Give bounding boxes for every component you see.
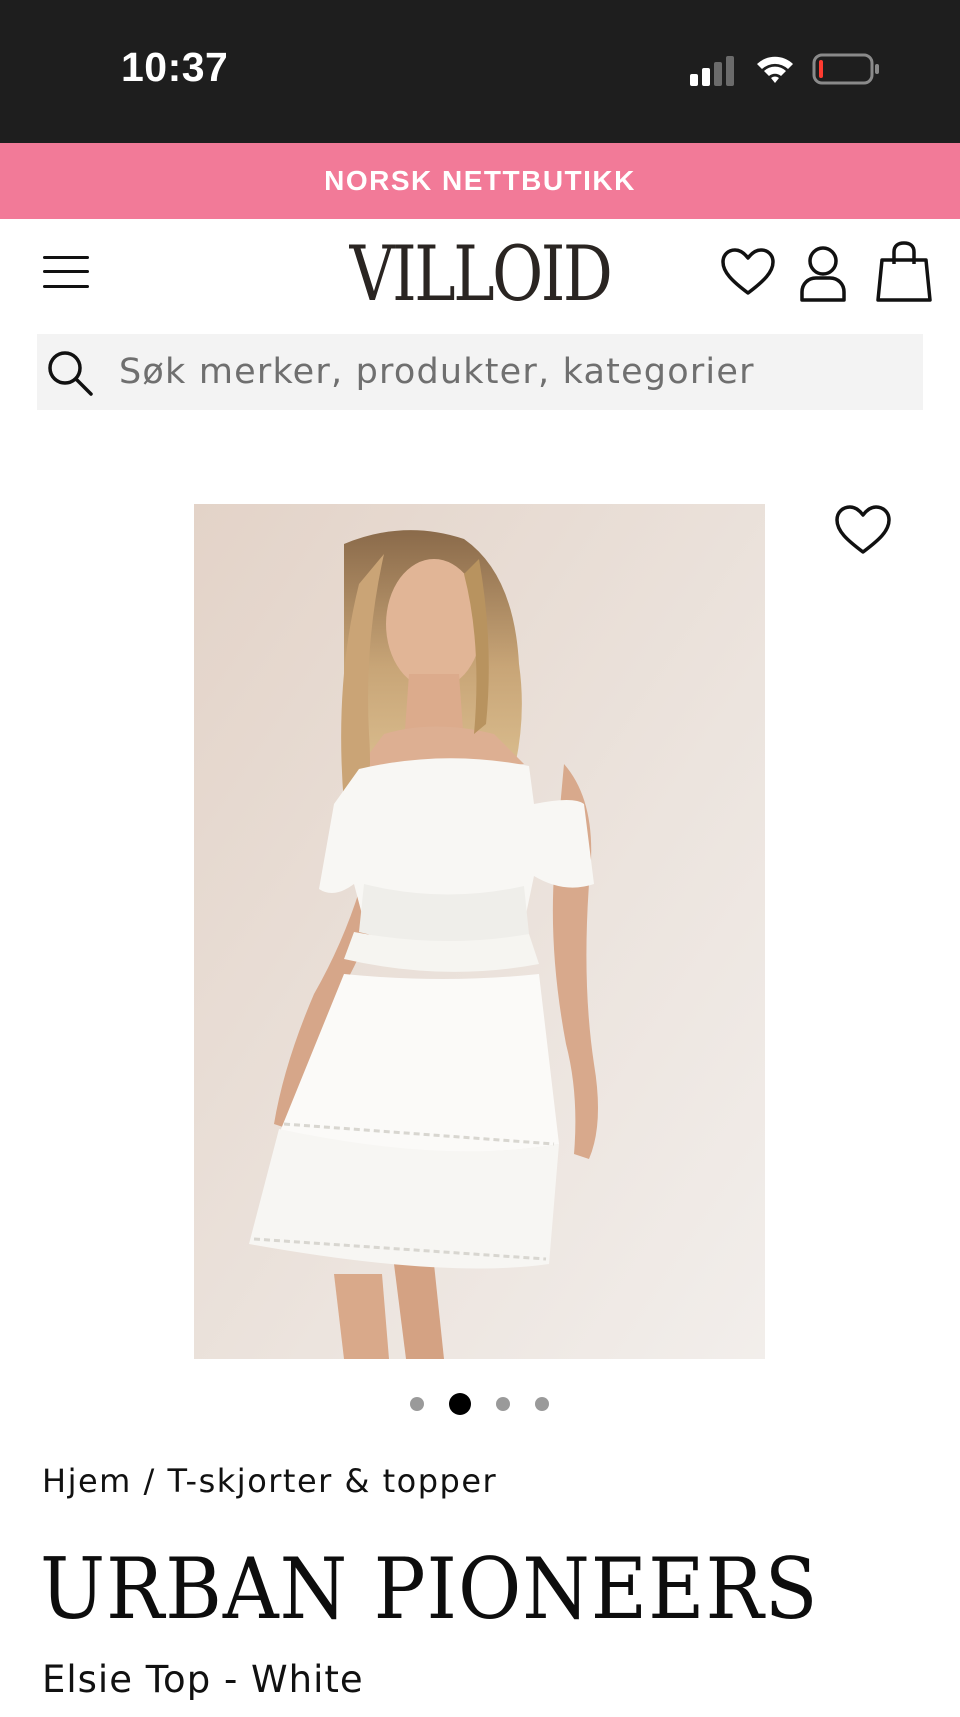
heart-icon[interactable] [834,504,892,556]
breadcrumb-home[interactable]: Hjem [42,1462,132,1500]
heart-icon[interactable] [720,247,776,297]
site-logo[interactable]: VILLOID [350,229,613,318]
status-time: 10:37 [121,44,229,90]
carousel-dot[interactable] [410,1397,424,1411]
battery-icon [812,53,879,85]
signal-icon [690,56,734,86]
product-image[interactable] [194,504,765,1359]
search-icon [48,351,93,396]
carousel-dots [405,1390,565,1418]
breadcrumb: Hjem / T-skjorter & topper [42,1462,497,1500]
promo-text: NORSK NETTBUTIKK [324,165,636,196]
carousel-dot[interactable] [496,1397,510,1411]
wifi-icon [757,56,793,83]
carousel-dot[interactable] [535,1397,549,1411]
account-icon[interactable] [798,244,848,304]
breadcrumb-category[interactable]: T-skjorter & topper [167,1462,497,1500]
search-input[interactable] [119,334,909,410]
promo-banner: NORSK NETTBUTIKK [0,143,960,219]
product-title: Elsie Top - White [42,1658,364,1701]
shopping-bag-icon[interactable] [876,240,932,304]
product-brand[interactable]: URBAN PIONEERS [40,1540,818,1638]
status-bar: 10:37 [0,0,960,143]
search-bar [37,334,923,410]
carousel-dot-active[interactable] [449,1393,471,1415]
breadcrumb-separator: / [131,1462,168,1500]
menu-button[interactable] [40,250,92,294]
model-photo [194,504,765,1359]
